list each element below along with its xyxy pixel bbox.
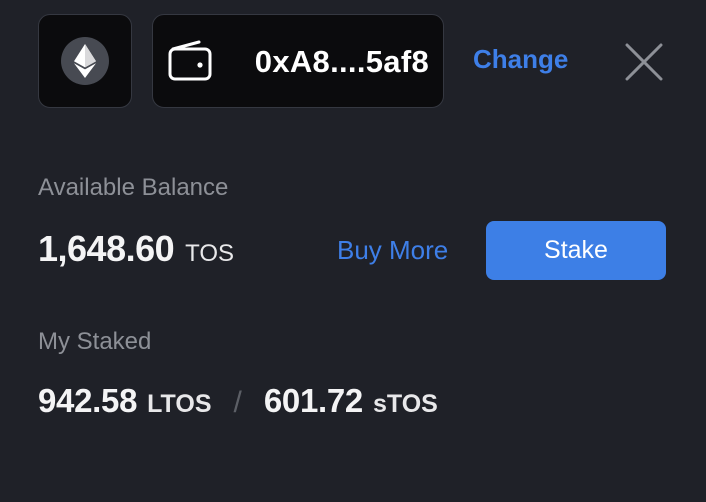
available-balance-value: 1,648.60 TOS: [38, 228, 234, 270]
stos-amount: 601.72: [263, 382, 363, 419]
wallet-address-button[interactable]: 0xA8....5af8: [152, 14, 444, 108]
balance-amount: 1,648.60: [38, 228, 175, 269]
my-staked-value: 942.58 LTOS / 601.72 sTOS: [38, 382, 438, 420]
wallet-icon: [168, 40, 212, 81]
buy-more-link[interactable]: Buy More: [337, 235, 448, 266]
my-staked-label: My Staked: [38, 328, 152, 355]
stos-unit: sTOS: [372, 390, 438, 418]
close-icon[interactable]: [624, 42, 664, 82]
balance-unit: TOS: [185, 240, 235, 267]
wallet-address: 0xA8....5af8: [254, 44, 429, 79]
change-wallet-link[interactable]: Change: [473, 44, 568, 75]
separator: /: [233, 386, 242, 419]
ltos-amount: 942.58: [38, 382, 138, 419]
network-selector-button[interactable]: [38, 14, 132, 108]
available-balance-label: Available Balance: [38, 174, 229, 201]
ethereum-icon: [61, 37, 109, 85]
ltos-unit: LTOS: [147, 390, 212, 418]
wallet-panel: 0xA8....5af8 Change Available Balance 1,…: [0, 0, 706, 502]
stake-button[interactable]: Stake: [486, 221, 666, 280]
